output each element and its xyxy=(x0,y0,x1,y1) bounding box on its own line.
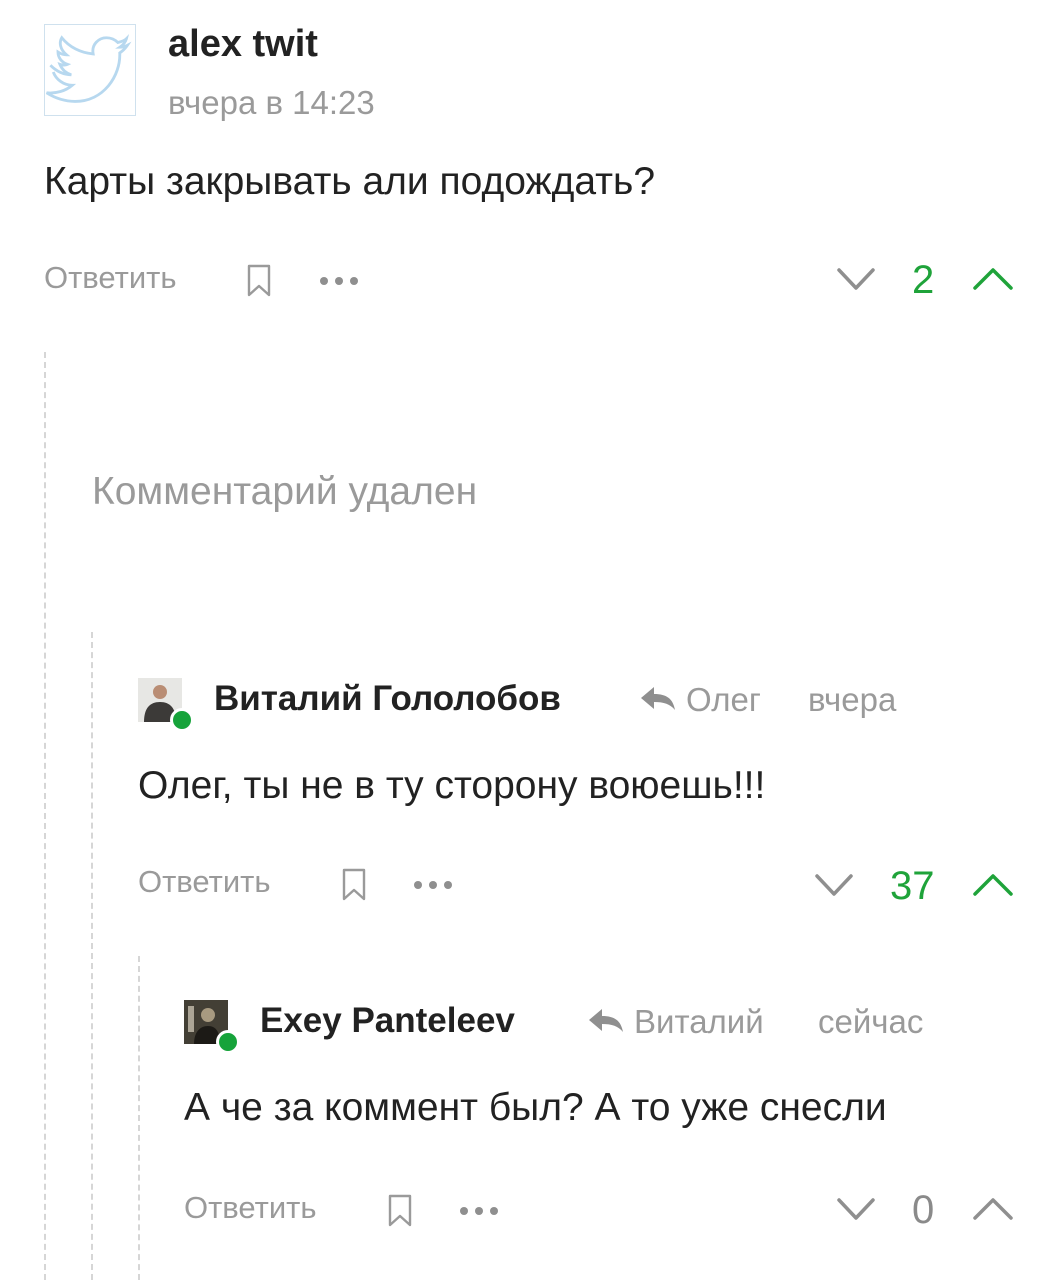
reply-button[interactable]: Ответить xyxy=(184,1188,317,1228)
score-value: 0 xyxy=(912,1188,935,1232)
comment-exey: Exey Panteleev Виталий сейчас А че за ко… xyxy=(0,960,1056,1260)
twitter-bird-icon xyxy=(45,34,132,103)
score-value: 2 xyxy=(912,258,935,302)
comment-text: Олег, ты не в ту сторону воюешь!!! xyxy=(138,764,766,807)
reply-to-user[interactable]: Олег xyxy=(686,678,761,722)
more-dots-icon[interactable] xyxy=(458,1204,502,1218)
more-dots-icon[interactable] xyxy=(318,274,362,288)
reply-arrow-icon xyxy=(586,1006,626,1034)
reply-arrow-icon xyxy=(638,684,678,712)
timestamp: сейчас xyxy=(818,1003,924,1040)
bookmark-icon[interactable] xyxy=(340,868,368,902)
upvote-chevron-up-icon[interactable] xyxy=(972,264,1014,294)
online-status-icon xyxy=(216,1030,240,1054)
bookmark-icon[interactable] xyxy=(245,264,273,298)
avatar[interactable] xyxy=(44,24,136,116)
score-value: 37 xyxy=(890,864,935,908)
comment-text: А че за коммент был? А то уже снесли xyxy=(184,1086,887,1129)
timestamp: вчера в 14:23 xyxy=(168,84,375,121)
username[interactable]: Exey Panteleev xyxy=(260,998,515,1044)
comment-alex-twit: alex twit вчера в 14:23 Карты закрывать … xyxy=(0,0,1056,330)
upvote-chevron-up-icon[interactable] xyxy=(972,870,1014,900)
reply-button[interactable]: Ответить xyxy=(44,258,177,298)
comment-vitaliy: Виталий Гололобов Олег вчера Олег, ты не… xyxy=(0,640,1056,940)
downvote-chevron-down-icon[interactable] xyxy=(836,1194,876,1224)
username[interactable]: alex twit xyxy=(168,20,318,68)
deleted-comment-label: Комментарий удален xyxy=(92,470,478,513)
upvote-chevron-up-icon[interactable] xyxy=(972,1194,1014,1224)
reply-to-user[interactable]: Виталий xyxy=(634,1000,764,1044)
downvote-chevron-down-icon[interactable] xyxy=(814,870,854,900)
comment-text: Карты закрывать али подождать? xyxy=(44,160,656,203)
username[interactable]: Виталий Гололобов xyxy=(214,676,561,722)
reply-button[interactable]: Ответить xyxy=(138,862,271,902)
avatar[interactable] xyxy=(184,1000,240,1054)
timestamp: вчера xyxy=(808,681,897,718)
downvote-chevron-down-icon[interactable] xyxy=(836,264,876,294)
avatar[interactable] xyxy=(138,678,194,732)
bookmark-icon[interactable] xyxy=(386,1194,414,1228)
more-dots-icon[interactable] xyxy=(412,878,456,892)
online-status-icon xyxy=(170,708,194,732)
